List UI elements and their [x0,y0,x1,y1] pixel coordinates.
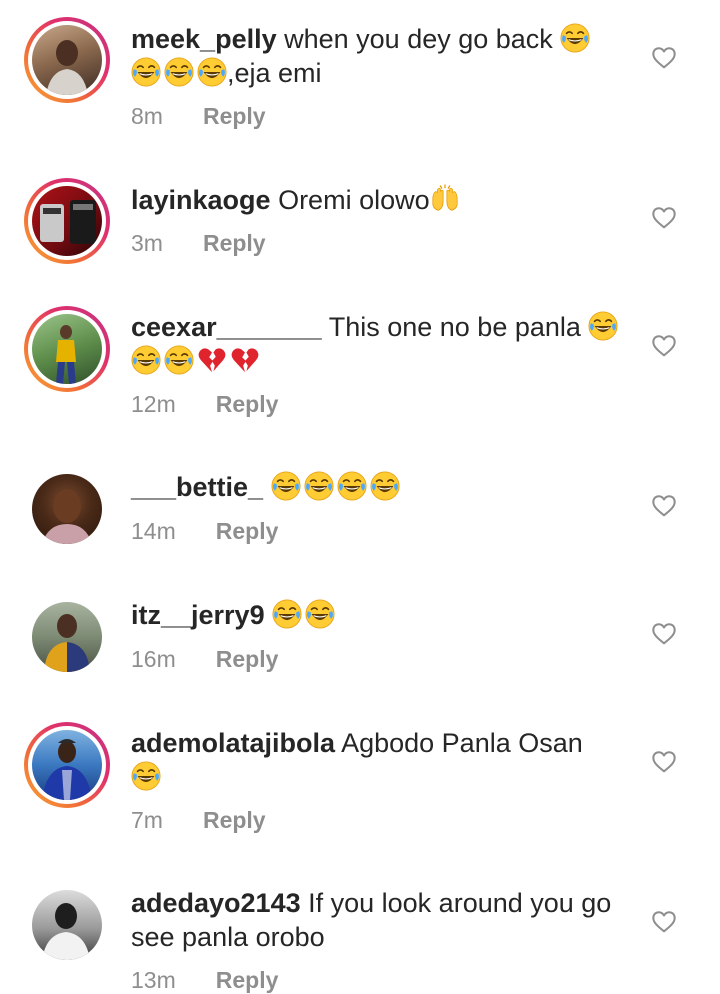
raising-hands-emoji-icon [430,184,460,214]
heart-icon[interactable] [651,749,677,775]
comment-username[interactable]: itz__jerry9 [131,600,265,630]
comment-time: 13m [131,967,176,993]
avatar[interactable] [24,306,110,392]
comment-text: meek_pelly when you dey go back ,eja emi [131,22,631,90]
heart-icon[interactable] [651,909,677,935]
avatar-photo [42,903,90,960]
comment-meta: 7m Reply [131,806,266,834]
comment-body: Oremi olowo [270,185,430,215]
joy-emoji-icon [197,57,227,87]
comment-meta: 13m Reply [131,966,278,994]
comment-text: itz__jerry9 [131,598,631,632]
comment-body [263,472,271,502]
avatar[interactable] [24,882,110,968]
heart-icon[interactable] [651,45,677,71]
joy-emoji-icon [305,599,335,629]
reply-button[interactable]: Reply [216,645,279,673]
comment-body [265,600,273,630]
avatar[interactable] [24,722,110,808]
broken-heart-emoji-icon [230,345,260,375]
joy-emoji-icon [131,761,161,791]
comment-username[interactable]: adedayo2143 [131,888,301,918]
reply-button[interactable]: Reply [216,966,279,994]
comment-text: ademolatajibola Agbodo Panla Osan [131,726,631,794]
comment-time: 3m [131,230,163,256]
avatar[interactable] [24,17,110,103]
reply-button[interactable]: Reply [203,806,266,834]
avatar[interactable] [24,594,110,680]
avatar-photo [44,614,90,672]
comment-body: ,eja emi [227,58,322,88]
comment-body: when you dey go back [276,24,561,54]
avatar-photo [40,200,96,244]
comment-body: This one no be panla [321,312,589,342]
reply-button[interactable]: Reply [203,229,266,257]
heart-icon[interactable] [651,333,677,359]
comment-time: 8m [131,103,163,129]
avatar-photo [56,325,76,384]
joy-emoji-icon [560,23,590,53]
avatar-photo [42,489,92,544]
joy-emoji-icon [370,471,400,501]
reply-button[interactable]: Reply [216,517,279,545]
joy-emoji-icon [164,57,194,87]
comment-username[interactable]: ademolatajibola [131,728,335,758]
avatar[interactable] [24,466,110,552]
joy-emoji-icon [337,471,367,501]
heart-icon[interactable] [651,493,677,519]
heart-icon[interactable] [651,205,677,231]
joy-emoji-icon [131,57,161,87]
comment-time: 7m [131,807,163,833]
comment-username[interactable]: ___bettie_ [131,472,263,502]
avatar-photo [46,40,88,95]
comment-username[interactable]: ceexar_______ [131,312,322,342]
reply-button[interactable]: Reply [216,390,279,418]
comment-meta: 3m Reply [131,229,266,257]
joy-emoji-icon [131,345,161,375]
comment-text: ___bettie_ [131,470,631,504]
comment-text: layinkaoge Oremi olowo [131,183,631,217]
comment-username[interactable]: layinkaoge [131,185,271,215]
comment-meta: 14m Reply [131,517,278,545]
heart-icon[interactable] [651,621,677,647]
avatar-photo [42,739,92,800]
comment-text: ceexar_______ This one no be panla [131,310,631,378]
comment-meta: 12m Reply [131,390,278,418]
reply-button[interactable]: Reply [203,102,266,130]
comment-body: Agbodo Panla Osan [335,728,583,758]
joy-emoji-icon [271,471,301,501]
comment-time: 16m [131,646,176,672]
comment-time: 14m [131,518,176,544]
comment-meta: 16m Reply [131,645,278,673]
comment-time: 12m [131,391,176,417]
comment-username[interactable]: meek_pelly [131,24,277,54]
joy-emoji-icon [272,599,302,629]
comment-meta: 8m Reply [131,102,266,130]
broken-heart-emoji-icon [197,345,227,375]
joy-emoji-icon [588,311,618,341]
comment-text: adedayo2143 If you look around you go se… [131,886,631,954]
joy-emoji-icon [164,345,194,375]
avatar[interactable] [24,178,110,264]
joy-emoji-icon [304,471,334,501]
